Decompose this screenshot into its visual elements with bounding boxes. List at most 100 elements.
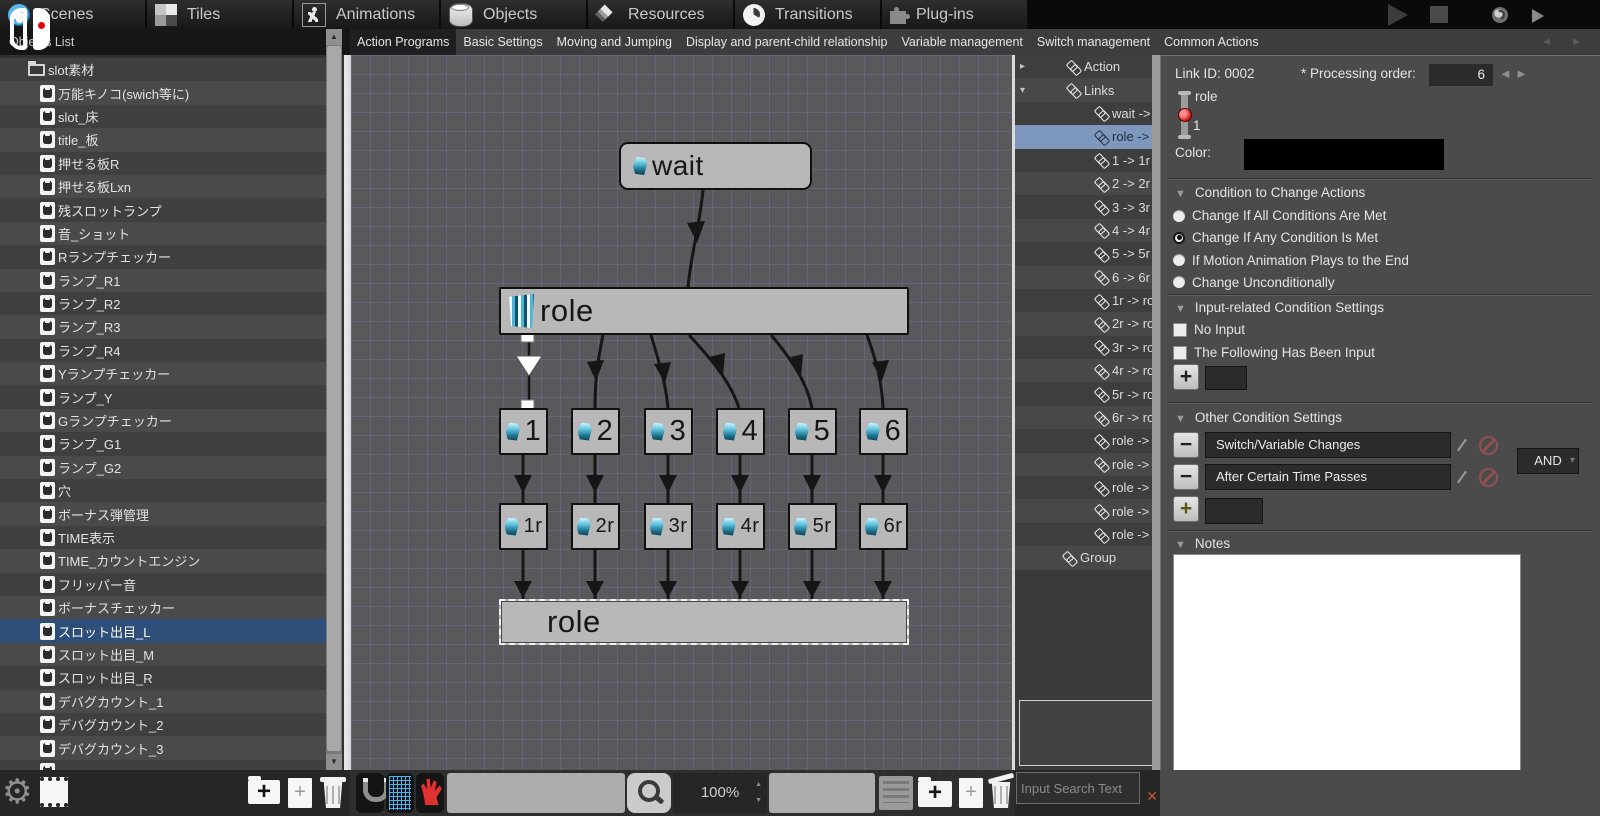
condition-radio-option[interactable]: Change If All Conditions Are Met [1173, 208, 1386, 223]
radio-icon[interactable] [1173, 232, 1185, 244]
objects-list-item[interactable]: Rランプチェッカー [0, 245, 326, 268]
objects-list-item[interactable]: TIME表示 [0, 526, 326, 549]
condition-radio-option[interactable]: Change Unconditionally [1173, 275, 1335, 290]
collapse-icon[interactable]: ▼ [1175, 413, 1186, 425]
objects-list-item[interactable]: ランプ_Y [0, 385, 326, 408]
objects-list-item[interactable]: ランプ_R1 [0, 269, 326, 292]
collapse-icon[interactable]: ▼ [1175, 188, 1186, 200]
objects-list-item[interactable]: 万能キノコ(swich等に) [0, 81, 326, 104]
input-value-box[interactable] [1205, 366, 1247, 390]
canvas-node[interactable]: 5r [788, 503, 837, 550]
objects-list-item[interactable]: slot_床 [0, 105, 326, 128]
objects-list-item[interactable]: ランプ_R4 [0, 339, 326, 362]
tab[interactable]: Moving and Jumping [550, 29, 679, 55]
objects-list-item[interactable]: 押せる板R [0, 152, 326, 175]
collapse-icon[interactable]: ▼ [1175, 539, 1186, 551]
tree-item[interactable]: 6 -> 6r [1015, 266, 1160, 289]
objects-list-item[interactable]: Yランプチェッカー [0, 362, 326, 385]
objects-list-item[interactable]: 残スロットランプ [0, 198, 326, 221]
page-plus-icon[interactable] [959, 778, 983, 808]
condition-field[interactable]: Switch/Variable Changes [1205, 432, 1451, 458]
collapse-icon[interactable]: ▼ [1175, 303, 1186, 315]
order-next-icon[interactable]: ► [1515, 66, 1528, 81]
zoom-down-icon[interactable]: ▼ [755, 797, 762, 805]
menu-item[interactable]: Transitions [735, 0, 880, 29]
tree-item[interactable]: role -> 3 [1015, 453, 1160, 476]
canvas-node[interactable]: 2 [571, 408, 620, 455]
remove-condition-button[interactable]: − [1173, 432, 1199, 458]
stop-icon[interactable] [1430, 6, 1448, 23]
list-view-icon[interactable] [879, 776, 913, 810]
tree-item[interactable]: 4 -> 4r [1015, 219, 1160, 242]
objects-list-item[interactable]: ボーナス弾管理 [0, 502, 326, 525]
objects-list-item[interactable]: スロット出目_M [0, 643, 326, 666]
page-plus-icon[interactable] [288, 778, 312, 808]
scroll-up-icon[interactable]: ▲ [326, 29, 342, 45]
canvas-node[interactable]: role [499, 287, 909, 335]
folder-plus-icon[interactable] [918, 781, 952, 807]
tab[interactable]: Display and parent-child relationship [679, 29, 895, 55]
processing-order-value[interactable]: 6 [1429, 64, 1493, 86]
operator-dropdown[interactable]: AND [1517, 448, 1579, 474]
radio-icon[interactable] [1173, 254, 1185, 266]
objects-list-item[interactable]: デバグカウント_2 [0, 713, 326, 736]
animation-frame-icon[interactable] [40, 777, 68, 807]
action-program-canvas[interactable]: wait role 1 2 3 4 5 6 1r 2r 3r 4r 5r 6r [348, 55, 1015, 770]
objects-list-item[interactable]: ランプ_G1 [0, 432, 326, 455]
canvas-node[interactable]: 3 [644, 408, 693, 455]
tree-item[interactable]: ▾ Links [1015, 78, 1160, 101]
canvas-node[interactable]: 3r [644, 503, 693, 550]
canvas-node[interactable]: 4 [716, 408, 765, 455]
objects-list-item[interactable]: デバグカウント_1 [0, 690, 326, 713]
menu-item[interactable]: Animations [294, 0, 439, 29]
folder-plus-icon[interactable] [248, 780, 280, 804]
menu-item[interactable]: Tiles [147, 0, 292, 29]
tree-item[interactable]: role -> 5 [1015, 499, 1160, 522]
tab[interactable]: Switch management [1030, 29, 1157, 55]
input-checkbox-option[interactable]: No Input [1173, 322, 1245, 337]
objects-scrollbar[interactable]: ▲ ▼ [326, 29, 342, 770]
section-condition[interactable]: ▼Condition to Change Actions [1175, 185, 1365, 200]
run-icon[interactable] [1532, 9, 1544, 23]
objects-list-item[interactable]: TIME_カウントエンジン [0, 549, 326, 572]
tree-item[interactable]: role -> 2 [1015, 429, 1160, 452]
tree-item[interactable]: role -> 4 [1015, 476, 1160, 499]
menu-item[interactable]: Plug-ins [882, 0, 1027, 29]
objects-list-item[interactable]: 穴 [0, 479, 326, 502]
section-input[interactable]: ▼Input-related Condition Settings [1175, 300, 1384, 315]
expander-icon[interactable]: ▾ [1020, 85, 1034, 96]
objects-list-item[interactable]: ボーナスチェッカー [0, 596, 326, 619]
objects-list-item[interactable]: 押せる板Lxn [0, 175, 326, 198]
zoom-level[interactable]: 100% ▲ ▼ [673, 773, 767, 813]
tree-item[interactable]: 5r -> role [1015, 382, 1160, 405]
menu-item[interactable]: Resources [588, 0, 733, 29]
web-refresh-icon[interactable] [1492, 7, 1508, 23]
objects-list-item[interactable]: フリッパー音 [0, 573, 326, 596]
search-input[interactable] [1016, 772, 1140, 804]
radio-icon[interactable] [1173, 276, 1185, 288]
scroll-down-icon[interactable]: ▼ [326, 754, 342, 770]
canvas-node[interactable]: 1r [499, 503, 548, 550]
snap-button[interactable] [356, 773, 384, 813]
tree-item[interactable]: 1 -> 1r [1015, 149, 1160, 172]
condition-radio-option[interactable]: Change If Any Condition Is Met [1173, 230, 1378, 245]
objects-list-item[interactable]: スロット出目_R [0, 666, 326, 689]
trash-icon[interactable] [322, 782, 344, 808]
tab[interactable]: Basic Settings [456, 29, 549, 55]
objects-list-item[interactable]: Gランプチェッカー [0, 409, 326, 432]
tree-item[interactable]: 2 -> 2r [1015, 172, 1160, 195]
objects-list-item[interactable]: ランプ_G2 [0, 456, 326, 479]
objects-list-item[interactable]: スロット出目_L [0, 619, 326, 642]
tree-item[interactable]: 3 -> 3r [1015, 195, 1160, 218]
menu-item[interactable]: Objects [441, 0, 586, 29]
input-checkbox-option[interactable]: The Following Has Been Input [1173, 345, 1375, 360]
add-condition-button[interactable]: + [1173, 496, 1199, 522]
tree-scrollbar[interactable] [1152, 55, 1160, 770]
tree-item[interactable]: 4r -> role [1015, 359, 1160, 382]
remove-condition-button[interactable]: − [1173, 464, 1199, 490]
tabbar-scroll-arrows[interactable]: ◄ ► [1541, 29, 1590, 55]
canvas-node[interactable]: wait [619, 142, 812, 190]
tree-item[interactable]: 6r -> role [1015, 406, 1160, 429]
canvas-node[interactable]: 1 [499, 408, 548, 455]
close-icon[interactable]: ✕ [1146, 788, 1158, 805]
